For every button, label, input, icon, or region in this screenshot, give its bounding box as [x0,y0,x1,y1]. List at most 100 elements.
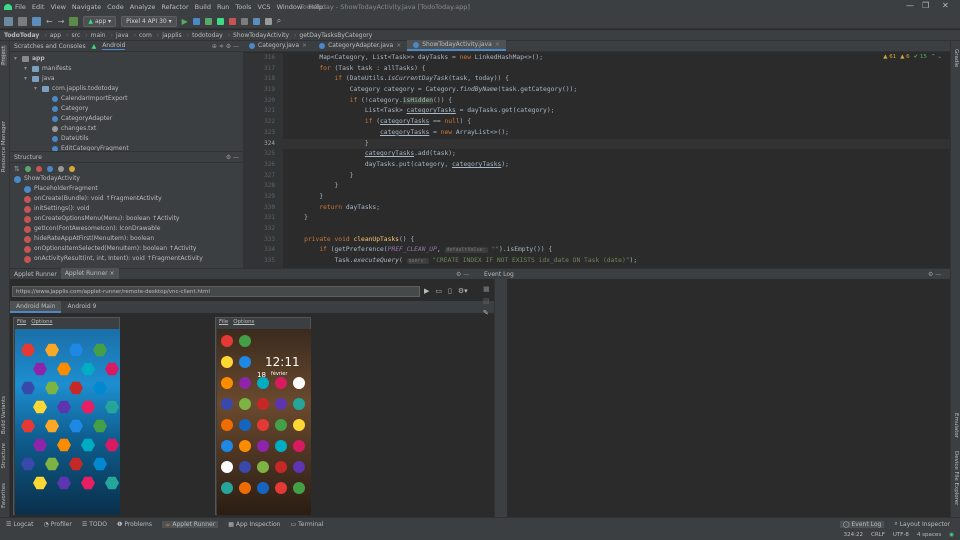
app-icon[interactable] [69,457,83,471]
app-icon[interactable] [293,377,305,389]
maximize-icon[interactable]: ❐ [922,1,929,10]
save-icon[interactable] [18,16,27,26]
search-icon[interactable]: ⌕ [277,16,281,26]
tab-emulator[interactable]: Emulator [953,413,959,438]
stop-icon[interactable] [228,17,236,25]
app-icon[interactable] [57,438,71,452]
app-icon[interactable] [57,362,71,376]
filter-lambda-icon[interactable] [68,165,75,172]
attach-debugger-icon[interactable] [216,17,224,25]
expand-arrow-icon[interactable]: ▾ [24,74,29,84]
close-tab-icon[interactable]: × [396,40,401,51]
menu-navigate[interactable]: Navigate [72,3,101,11]
structure-item[interactable]: initSettings(): void [10,204,243,214]
tool-button-applet-runner[interactable]: ☕ Applet Runner [161,520,219,528]
tree-item[interactable]: ▾ com.japplis.todotoday [10,84,243,94]
breadcrumb-item[interactable]: com [139,32,152,39]
breadcrumb-item[interactable]: getDayTasksByCategory [299,32,372,39]
app-icon[interactable] [93,457,107,471]
tree-item[interactable]: ▾ manifests [10,64,243,74]
app-icon[interactable] [57,476,71,490]
app-icon[interactable] [275,377,287,389]
app-icon[interactable] [81,476,95,490]
tab-favorites[interactable]: Favorites [1,483,7,508]
breadcrumb-item[interactable]: ShowTodayActivity [233,32,289,39]
close-tab-icon[interactable]: × [495,39,500,50]
app-icon[interactable] [275,419,287,431]
tool-button-app-inspection[interactable]: ▦ App Inspection [228,521,280,528]
structure-item[interactable]: onOptionsItemSelected(MenuItem): boolean… [10,244,243,254]
sdk-manager-icon[interactable] [240,17,248,25]
close-tab-icon[interactable]: × [302,40,307,51]
breadcrumb-item[interactable]: src [71,32,80,39]
back-arrow-icon[interactable]: ← [46,17,53,26]
app-icon[interactable] [257,377,269,389]
device-select[interactable]: Pixel 4 API 30 ▾ [121,15,177,27]
app-icon[interactable] [69,343,83,357]
app-icon[interactable] [239,419,251,431]
menu-vcs[interactable]: VCS [257,3,270,11]
bookmark-icon[interactable]: ▯ [448,287,452,295]
tree-item[interactable]: CategoryAdapter [10,114,243,124]
menu-build[interactable]: Build [195,3,211,11]
app-icon[interactable] [45,381,59,395]
app-icon[interactable] [239,335,251,347]
app-icon[interactable] [239,398,251,410]
tab-android-9[interactable]: Android 9 [61,301,102,313]
app-icon[interactable] [33,362,47,376]
menu-file[interactable]: File [17,319,26,325]
tool-button-profiler[interactable]: ◔ Profiler [43,521,71,528]
tool-button-todo[interactable]: ☰ TODO [82,521,107,528]
panel-settings-icon[interactable]: ⊕ ≑ ⚙ — [212,43,239,50]
applet-settings-icon[interactable]: ⚙ — [456,271,469,278]
go-icon[interactable]: ▶ [424,287,429,295]
expand-arrow-icon[interactable]: ▾ [14,54,19,64]
app-icon[interactable] [221,377,233,389]
tree-item[interactable]: changes.txt [10,124,243,134]
app-icon[interactable] [239,377,251,389]
wrench-icon[interactable]: ✎ [483,307,490,319]
filter-fields-icon[interactable] [24,165,31,172]
app-icon[interactable] [21,343,35,357]
editor-tab[interactable]: ShowTodayActivity.java × [407,40,506,51]
menu-edit[interactable]: Edit [32,3,45,11]
run-config-select[interactable]: ▲ app ▾ [83,15,117,27]
sort-icon[interactable]: ⇅ [14,165,20,173]
app-icon[interactable] [33,476,47,490]
menu-file[interactable]: File [15,3,26,11]
menu-code[interactable]: Code [107,3,124,11]
app-icon[interactable] [105,438,119,452]
breadcrumb-item[interactable]: TodoToday [4,32,39,39]
make-project-icon[interactable] [69,16,79,26]
tool-button-layout-inspector[interactable]: ⌕ Layout Inspector [894,520,950,528]
app-icon[interactable] [221,440,233,452]
tool-button-problems[interactable]: ❶ Problems [117,521,152,528]
menu-tools[interactable]: Tools [235,3,251,11]
app-icon[interactable] [21,457,35,471]
tab-project[interactable]: Project [1,45,7,66]
app-icon[interactable] [93,419,107,433]
tab-device-file-explorer[interactable]: Device File Explorer [953,451,959,505]
app-icon[interactable] [221,482,233,494]
tab-android-main[interactable]: Android Main [10,301,62,313]
app-icon[interactable] [45,457,59,471]
phone-screen-android9[interactable]: 12:11 18 février [217,329,311,515]
event-log-settings-icon[interactable]: ⚙ — [928,271,941,278]
breadcrumb-item[interactable]: todotoday [192,32,223,39]
tab-scratches[interactable]: Scratches and Consoles [14,43,86,50]
app-icon[interactable] [239,440,251,452]
apply-changes-icon[interactable] [192,17,200,25]
indent-setting[interactable]: 4 spaces [917,532,941,538]
editor-tab[interactable]: Category.java × [243,40,313,51]
expand-arrow-icon[interactable]: ▾ [34,84,39,94]
app-icon[interactable] [81,438,95,452]
app-icon[interactable] [239,461,251,473]
app-icon[interactable] [257,440,269,452]
structure-item[interactable]: onCreateOptionsMenu(Menu): boolean ↑Acti… [10,214,243,224]
breadcrumb-item[interactable]: main [91,32,106,39]
app-icon[interactable] [81,362,95,376]
breadcrumb-item[interactable]: java [116,32,129,39]
app-icon[interactable] [293,419,305,431]
tree-item[interactable]: ▾ java [10,74,243,84]
structure-item[interactable]: hideRateAppAtFirst(MenuItem): boolean [10,234,243,244]
